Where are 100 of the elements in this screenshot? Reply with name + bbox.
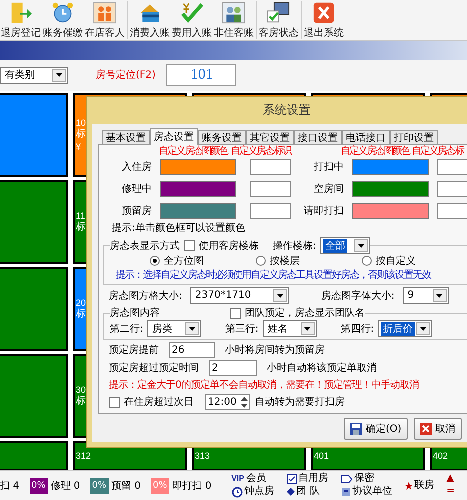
field-label: 房态图方格大小: [109,290,182,302]
status-count: 修理 0 [50,480,80,493]
time-field[interactable]: 12:00 [205,394,250,410]
status-swatch: 0% [30,478,48,494]
line-select[interactable]: 姓名 [262,320,317,337]
color-swatch[interactable] [160,203,236,219]
field-label: 小时将房间转为预留房 [225,344,325,357]
toolbar-button[interactable]: 账务催缴 [42,0,84,40]
status-count: 预留 0 [112,480,142,493]
hours-field[interactable]: 26 [169,342,215,358]
dropdown-caret-icon [420,326,427,330]
room-number-field[interactable]: 101 [166,64,236,86]
status-label: 入住房 [121,160,152,174]
room-tile-text: 标 [76,308,86,321]
mark-field[interactable] [437,159,467,175]
tab[interactable]: 打印设置 [390,130,438,145]
toolbar-button[interactable]: 客房状态 [258,0,300,40]
status-label: 请即打扫 [303,204,344,218]
warning-text: 提示：定金大于0的预定单不会自动取消，需要在！预定管理！中手动取消 [109,378,419,392]
color-swatch[interactable] [352,203,429,219]
tab[interactable]: 电话接口 [342,130,390,145]
room-tile-text: 11 [76,210,86,222]
legend-label: 钟点房 [244,486,275,498]
grid-size-select[interactable]: 2370*1710 [190,287,290,304]
field-label: 操作楼栋: [273,240,316,252]
dialog-button[interactable]: 取消 [414,418,462,440]
close-icon [420,423,432,435]
radio-label: 全方位图 [164,254,204,268]
checkbox[interactable] [230,308,241,318]
tab[interactable]: 房态设置 [150,128,198,145]
room-tile-text: 标 [76,222,86,234]
dialog-title: 系统设置 [262,102,312,119]
tab[interactable]: 接口设置 [294,130,342,145]
line-select[interactable]: 折后价 [378,320,432,337]
room-tile-text: 402 [433,450,448,462]
field-label: 房态图字体大小: [321,290,395,302]
status-label: 预留房 [121,204,152,218]
tag-icon [340,474,353,484]
column-header: 自定义房态图颜色 [341,146,410,157]
legend-label: 联房 [414,480,435,492]
color-swatch[interactable] [160,159,236,175]
checkbox-label: 团队预定，房态显示团队名 [245,306,365,320]
room-locate-label: 房号定位(F2) [96,68,156,82]
legend-mark: ▲ [446,473,455,486]
mark-field[interactable] [250,203,291,219]
dialog-button[interactable]: 确定(O) [344,418,408,440]
field-label: 第二行: [110,322,144,336]
toolbar-button[interactable]: 退出系统 [303,0,345,40]
radio-button[interactable] [362,256,372,266]
toolbar-button[interactable]: 消费入账 [129,0,171,40]
toolbar-button[interactable]: 在店客人 [84,0,126,40]
room-tile-text: 20 [76,296,86,308]
room-tile-text: 401 [314,450,330,462]
legend-label: 协议单位 [352,486,393,498]
line-select[interactable]: 房类 [147,320,202,337]
column-header: 自定义房态图颜色 [159,146,228,157]
tab[interactable]: 基本设置 [102,130,150,145]
room-tile-text: 313 [195,450,210,462]
dropdown-caret-icon [304,326,312,330]
checkbox[interactable] [184,240,195,251]
diamond-icon [286,488,295,496]
tab[interactable]: 账务设置 [198,130,246,145]
status-swatch: 0% [90,478,108,494]
radio-button[interactable] [150,256,160,266]
column-header: 自定义房态标 [412,146,464,157]
room-tile-text: ¥ [76,140,82,153]
star-icon [404,482,413,490]
status-swatch: 0% [151,478,170,494]
mark-field[interactable] [437,181,467,197]
spinner-icon [240,396,249,408]
dropdown-caret-icon [358,244,365,248]
checkbox-label: 在住房超过次日 [124,396,194,409]
checkbox-icon [286,474,297,484]
dropdown-caret-icon [56,73,62,78]
toolbar-button[interactable]: 退房登记 [0,0,42,40]
column-header: 自定义房态标识 [230,146,292,157]
dropdown-caret-icon [276,294,284,298]
hint-text: 提示：选择自定义房态时必须使用自定义房态工具设置好房态，否则该设置无效 [116,268,431,282]
color-swatch[interactable] [352,159,429,175]
checkbox[interactable] [109,396,120,408]
yen-check-icon [179,2,205,24]
radio-button[interactable] [256,256,266,266]
hours-field[interactable]: 2 [209,360,257,376]
font-size-select[interactable]: 9 [402,287,449,304]
room-tile-text: 标 [76,396,86,408]
radio-label: 按楼层 [270,254,300,268]
toolbar-button[interactable]: 非住客账 [213,0,255,40]
toolbar-button[interactable]: 费用入账 [171,0,213,40]
color-swatch[interactable] [160,181,236,197]
mark-field[interactable] [250,181,291,197]
mark-field[interactable] [250,159,291,175]
checkbox-label: 使用客房楼栋 [199,240,259,252]
status-label: 打扫中 [313,160,344,174]
building-select[interactable]: 全部 [320,237,370,254]
color-swatch[interactable] [352,181,429,197]
people-icon [92,2,118,24]
category-select[interactable]: 有类别 [0,66,68,84]
tab[interactable]: 其它设置 [246,130,294,145]
mark-field[interactable] [437,203,467,219]
vip-label: VIP [232,473,244,486]
